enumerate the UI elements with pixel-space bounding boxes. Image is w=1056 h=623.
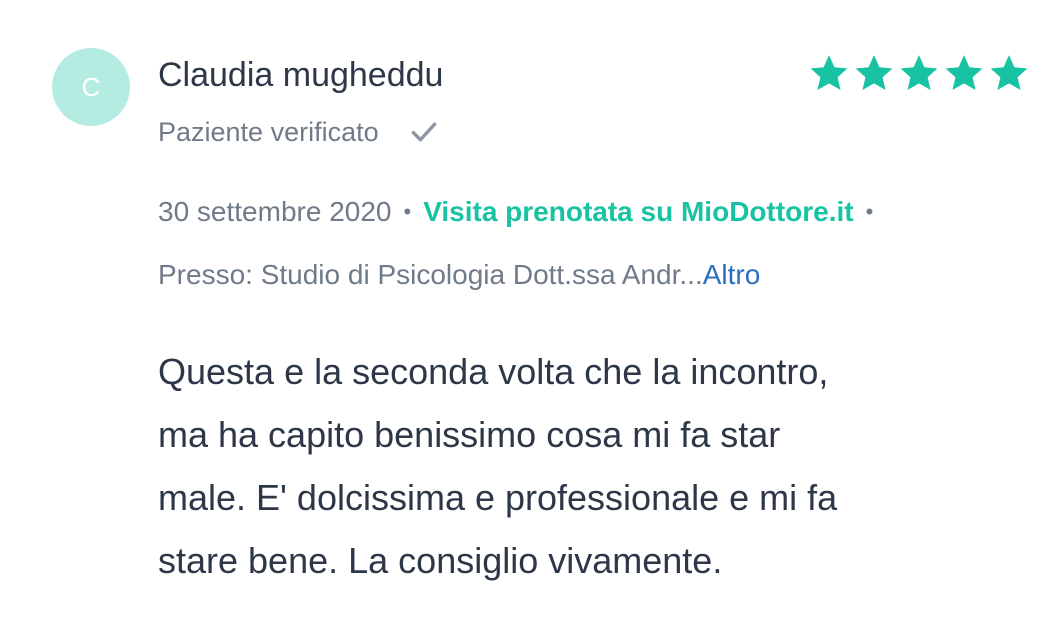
- review-line: Questa e la seconda volta che la incontr…: [158, 351, 829, 392]
- review-line: male. E' dolcissima e professionale e mi…: [158, 477, 838, 518]
- booked-label: Visita prenotata su MioDottore.it: [423, 196, 854, 227]
- location-line: Presso: Studio di Psicologia Dott.ssa An…: [158, 259, 760, 291]
- verified-label: Paziente verificato: [158, 116, 379, 147]
- star-rating: [808, 52, 1030, 94]
- separator-dot: •: [403, 199, 412, 224]
- check-icon: [407, 115, 441, 149]
- star-icon: [943, 52, 985, 94]
- location-text: Presso: Studio di Psicologia Dott.ssa An…: [158, 259, 703, 290]
- verified-patient: Paziente verificato: [158, 115, 441, 149]
- review-line: stare bene. La consiglio vivamente.: [158, 540, 723, 581]
- star-icon: [808, 52, 850, 94]
- review-text: Questa e la seconda volta che la incontr…: [158, 340, 1018, 592]
- review-date: 30 settembre 2020: [158, 196, 392, 227]
- star-icon: [988, 52, 1030, 94]
- more-link[interactable]: Altro: [703, 259, 761, 290]
- reviewer-name: Claudia mugheddu: [158, 56, 444, 94]
- avatar: C: [52, 48, 130, 126]
- review-card: C Claudia mugheddu Paziente verificato 3…: [0, 0, 1056, 623]
- star-icon: [853, 52, 895, 94]
- avatar-initial: C: [81, 71, 101, 102]
- star-icon: [898, 52, 940, 94]
- separator-dot: •: [865, 199, 874, 224]
- review-meta: 30 settembre 2020 • Visita prenotata su …: [158, 196, 885, 228]
- review-line: ma ha capito benissimo cosa mi fa star: [158, 414, 781, 455]
